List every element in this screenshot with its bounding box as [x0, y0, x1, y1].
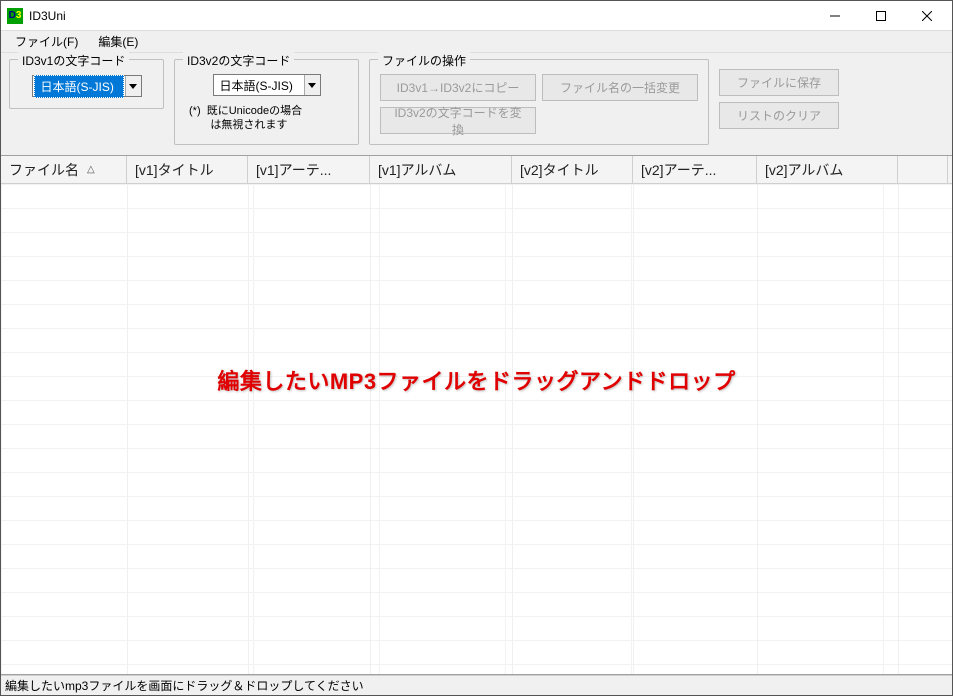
id3v1-encoding-combo[interactable]: 日本語(S-JIS) [32, 75, 142, 97]
window-controls [812, 2, 950, 30]
status-text: 編集したいmp3ファイルを画面にドラッグ＆ドロップしてください [5, 677, 364, 694]
col-extra[interactable] [898, 156, 948, 183]
maximize-button[interactable] [858, 2, 904, 30]
batch-rename-button[interactable]: ファイル名の一括変更 [542, 74, 698, 101]
col-v1-title[interactable]: [v1]タイトル [127, 156, 248, 183]
chevron-down-icon [125, 76, 141, 96]
menu-edit[interactable]: 編集(E) [88, 30, 148, 53]
minimize-button[interactable] [812, 2, 858, 30]
col-v2-album[interactable]: [v2]アルバム [757, 156, 898, 183]
close-button[interactable] [904, 2, 950, 30]
group-id3v2-legend: ID3v2の文字コード [183, 52, 294, 69]
drop-hint-overlay: 編集したいMP3ファイルをドラッグアンドドロップ [1, 364, 952, 396]
window-title: ID3Uni [29, 9, 812, 23]
right-button-group: ファイルに保存 リストのクリア [719, 59, 839, 129]
chevron-down-icon [304, 75, 320, 95]
sort-asc-icon: △ [87, 164, 95, 175]
app-icon: D3 [7, 8, 23, 24]
menu-file[interactable]: ファイル(F) [5, 30, 88, 53]
copy-v1-to-v2-button[interactable]: ID3v1→ID3v2にコピー [380, 74, 536, 101]
file-list-table[interactable]: ファイル名 △ [v1]タイトル [v1]アーテ... [v1]アルバム [v2… [1, 155, 952, 675]
col-filename[interactable]: ファイル名 △ [1, 156, 127, 183]
group-file-operations: ファイルの操作 ID3v1→ID3v2にコピー ファイル名の一括変更 ID3v2… [369, 59, 709, 145]
table-body[interactable]: 編集したいMP3ファイルをドラッグアンドドロップ [1, 184, 952, 674]
statusbar: 編集したいmp3ファイルを画面にドラッグ＆ドロップしてください [1, 675, 952, 695]
id3v2-note: (*) 既にUnicodeの場合 は無視されます [185, 104, 348, 133]
toolbar-area: ID3v1の文字コード 日本語(S-JIS) ID3v2の文字コード 日本語(S… [1, 53, 952, 155]
col-v2-title[interactable]: [v2]タイトル [512, 156, 633, 183]
id3v2-encoding-value: 日本語(S-JIS) [214, 75, 304, 96]
titlebar: D3 ID3Uni [1, 1, 952, 31]
group-id3v1-legend: ID3v1の文字コード [18, 52, 129, 69]
convert-encoding-button[interactable]: ID3v2の文字コードを変換 [380, 107, 536, 134]
group-id3v1-encoding: ID3v1の文字コード 日本語(S-JIS) [9, 59, 164, 109]
menubar: ファイル(F) 編集(E) [1, 31, 952, 53]
id3v2-encoding-combo[interactable]: 日本語(S-JIS) [213, 74, 321, 96]
save-to-file-button[interactable]: ファイルに保存 [719, 69, 839, 96]
col-v1-album[interactable]: [v1]アルバム [370, 156, 512, 183]
clear-list-button[interactable]: リストのクリア [719, 102, 839, 129]
table-header: ファイル名 △ [v1]タイトル [v1]アーテ... [v1]アルバム [v2… [1, 156, 952, 184]
col-v1-artist[interactable]: [v1]アーテ... [248, 156, 370, 183]
id3v1-encoding-value: 日本語(S-JIS) [34, 75, 124, 98]
col-filename-label: ファイル名 [9, 160, 79, 180]
group-id3v2-encoding: ID3v2の文字コード 日本語(S-JIS) (*) 既にUnicodeの場合 … [174, 59, 359, 145]
col-v2-artist[interactable]: [v2]アーテ... [633, 156, 757, 183]
group-fileops-legend: ファイルの操作 [378, 52, 470, 69]
